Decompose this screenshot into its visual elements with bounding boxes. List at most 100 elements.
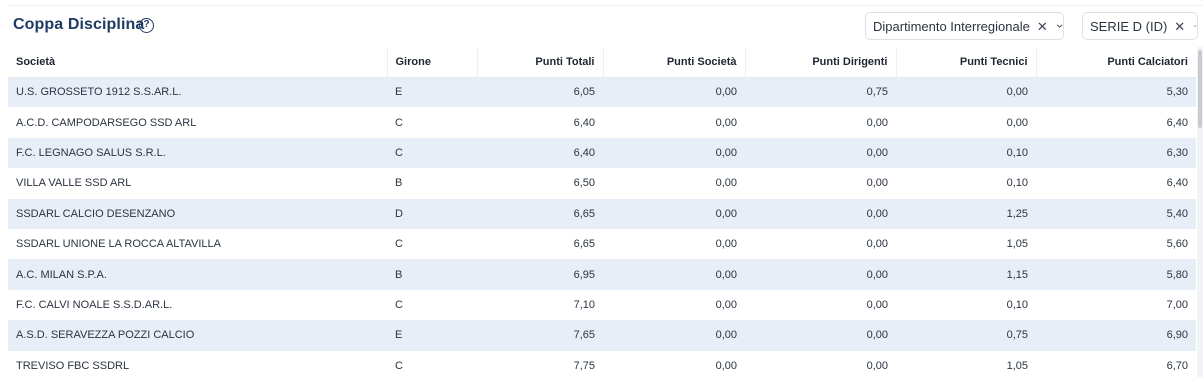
cell-girone: C [387,137,477,169]
cell-punti-tecnici: 0,00 [896,77,1036,108]
cell-societa: F.C. LEGNAGO SALUS S.R.L. [8,137,387,169]
filter-dipartimento[interactable]: Dipartimento Interregionale ✕ [865,12,1064,40]
cell-punti-dirigenti: 0,00 [866,238,888,251]
cell-punti-dirigenti: 0,00 [745,198,896,229]
table-body: U.S. GROSSETO 1912 S.S.AR.L. E 6,05 0,00 0,7… [8,77,1196,377]
cell-girone: C [395,359,403,372]
filter-serie[interactable]: SERIE D (ID) ✕ [1082,12,1198,40]
cell-punti-societa: 0,00 [715,359,737,372]
cell-punti-tecnici: 0,10 [1006,298,1028,311]
table-row[interactable]: SSDARL UNIONE LA ROCCA ALTAVILLA C 6,65 0,0… [8,229,1196,259]
cell-punti-dirigenti: 0,00 [745,137,896,169]
cell-girone: C [395,238,403,251]
cell-punti-tecnici: 1,15 [896,259,1036,290]
cell-punti-dirigenti: 0,00 [866,177,888,190]
cell-punti-tecnici: 1,05 [1006,238,1028,251]
cell-girone: E [387,320,477,351]
cell-societa: U.S. GROSSETO 1912 S.S.AR.L. [8,77,387,108]
column-header-punti-dirigenti[interactable]: Punti Dirigenti [745,47,897,78]
cell-punti-totali: 7,65 [477,320,603,351]
cell-punti-calciatori: 5,30 [1036,77,1196,108]
close-icon[interactable]: ✕ [1174,20,1185,33]
cell-punti-totali: 6,40 [573,116,595,129]
cell-societa: SSDARL UNIONE LA ROCCA ALTAVILLA [16,238,221,251]
cell-punti-totali: 6,95 [477,259,603,290]
cell-punti-calciatori: 5,60 [1166,238,1188,251]
discipline-table-container: Società Girone Punti Totali Punti Societ… [8,47,1196,377]
column-header-punti-totali[interactable]: Punti Totali [477,47,604,78]
table-row[interactable]: F.C. LEGNAGO SALUS S.R.L. C 6,40 0,00 0,00 0,… [8,137,1196,169]
cell-girone: D [387,198,477,229]
cell-girone: E [387,77,477,108]
table-row[interactable]: F.C. CALVI NOALE S.S.D.AR.L. C 7,10 0,00 0,0… [8,290,1196,320]
table-row[interactable]: U.S. GROSSETO 1912 S.S.AR.L. E 6,05 0,00 0,7… [8,77,1196,108]
cell-societa: A.S.D. SERAVEZZA POZZI CALCIO [8,320,387,351]
cell-punti-totali: 6,65 [573,238,595,251]
close-icon[interactable]: ✕ [1037,20,1048,33]
cell-punti-totali: 6,05 [477,77,603,108]
cell-punti-societa: 0,00 [603,259,745,290]
column-header-societa[interactable]: Società [8,47,388,78]
table-row[interactable]: TREVISO FBC SSDRL C 7,75 0,00 0,00 1,05 6,70 [8,351,1196,377]
cell-punti-dirigenti: 0,00 [745,259,896,290]
chevron-down-icon[interactable] [1193,20,1197,32]
scrollbar-thumb[interactable] [1198,50,1202,128]
cell-punti-totali: 6,40 [477,137,603,169]
cell-societa: VILLA VALLE SSD ARL [16,177,132,190]
cell-punti-totali: 6,50 [573,177,595,190]
cell-societa: F.C. CALVI NOALE S.S.D.AR.L. [16,298,173,311]
cell-punti-dirigenti: 0,00 [745,320,896,351]
cell-punti-societa: 0,00 [715,177,737,190]
cell-girone: C [395,116,403,129]
cell-punti-totali: 7,10 [573,298,595,311]
table-header-row: Società Girone Punti Totali Punti Societ… [8,47,1196,78]
cell-girone: B [395,177,403,190]
column-header-punti-calciatori[interactable]: Punti Calciatori [1036,47,1196,78]
cell-punti-calciatori: 6,30 [1036,137,1196,169]
cell-punti-calciatori: 6,40 [1166,177,1188,190]
cell-punti-dirigenti: 0,00 [866,359,888,372]
cell-punti-tecnici: 1,05 [1006,359,1028,372]
cell-punti-totali: 6,65 [477,198,603,229]
cell-punti-societa: 0,00 [603,77,745,108]
cell-punti-calciatori: 5,40 [1036,198,1196,229]
column-header-punti-societa[interactable]: Punti Società [603,47,746,78]
cell-societa: A.C. MILAN S.P.A. [8,259,387,290]
cell-punti-societa: 0,00 [603,198,745,229]
cell-punti-societa: 0,00 [715,116,737,129]
filter-dipartimento-label: Dipartimento Interregionale [873,18,1030,34]
cell-punti-societa: 0,00 [603,320,745,351]
cell-punti-totali: 7,75 [573,359,595,372]
page-title: Coppa Disciplina [13,16,145,33]
column-header-punti-tecnici[interactable]: Punti Tecnici [896,47,1037,78]
cell-punti-calciatori: 7,00 [1166,298,1188,311]
table-row[interactable]: A.C. MILAN S.P.A. B 6,95 0,00 0,00 1,15 5,80 [8,259,1196,290]
page-header: Coppa Disciplina ? Dipartimento Interreg… [0,0,1203,48]
cell-punti-calciatori: 6,90 [1036,320,1196,351]
cell-punti-calciatori: 6,40 [1166,116,1188,129]
cell-punti-tecnici: 1,25 [896,198,1036,229]
cell-societa: A.C.D. CAMPODARSEGO SSD ARL [16,116,197,129]
table-row[interactable]: VILLA VALLE SSD ARL B 6,50 0,00 0,00 0,10 6,40 [8,168,1196,198]
cell-punti-societa: 0,00 [603,137,745,169]
chevron-down-icon[interactable] [1056,20,1063,32]
column-header-girone[interactable]: Girone [387,47,478,78]
cell-girone: C [395,298,403,311]
cell-punti-dirigenti: 0,00 [866,298,888,311]
table-row[interactable]: A.C.D. CAMPODARSEGO SSD ARL C 6,40 0,00 0,00… [8,107,1196,137]
cell-girone: B [387,259,477,290]
filter-serie-label: SERIE D (ID) [1090,18,1168,34]
cell-punti-societa: 0,00 [715,238,737,251]
help-circle-icon[interactable]: ? [139,18,154,33]
cell-punti-tecnici: 0,10 [896,137,1036,169]
discipline-table: Società Girone Punti Totali Punti Societ… [8,47,1196,377]
table-row[interactable]: SSDARL CALCIO DESENZANO D 6,65 0,00 0,00 1,25… [8,198,1196,229]
cell-punti-tecnici: 0,75 [896,320,1036,351]
cell-punti-dirigenti: 0,00 [866,116,888,129]
cell-punti-calciatori: 6,70 [1166,359,1188,372]
cell-punti-societa: 0,00 [715,298,737,311]
table-row[interactable]: A.S.D. SERAVEZZA POZZI CALCIO E 7,65 0,00 0,… [8,320,1196,351]
cell-punti-calciatori: 5,80 [1036,259,1196,290]
cell-societa: TREVISO FBC SSDRL [16,359,130,372]
cell-punti-tecnici: 0,10 [1006,177,1028,190]
